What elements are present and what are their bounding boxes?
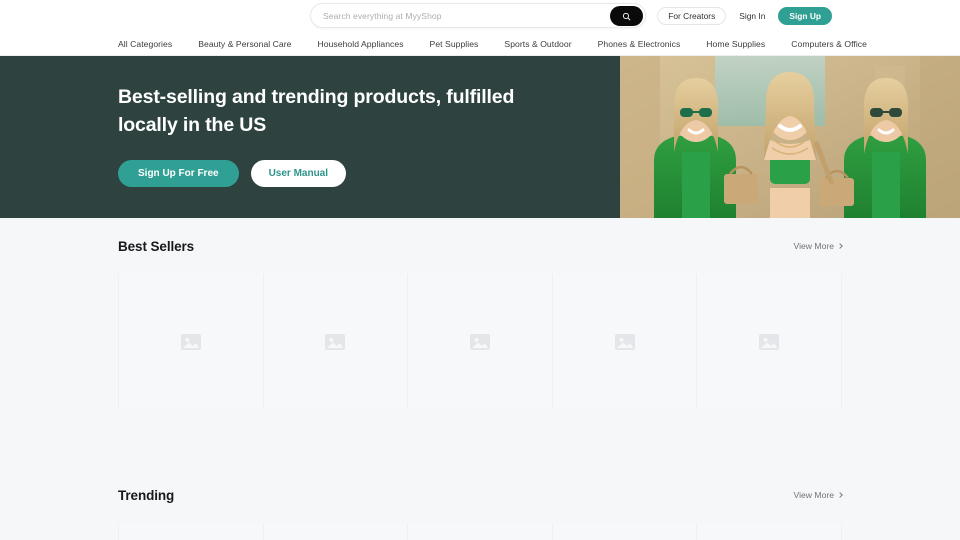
product-card[interactable] bbox=[118, 523, 264, 540]
view-more-label: View More bbox=[793, 241, 834, 251]
product-card[interactable] bbox=[697, 274, 842, 409]
image-placeholder-icon bbox=[179, 330, 203, 354]
nav-item-computers-office[interactable]: Computers & Office bbox=[791, 39, 867, 49]
category-nav: All Categories Beauty & Personal Care Ho… bbox=[0, 32, 960, 56]
page-root: For Creators Sign In Sign Up All Categor… bbox=[0, 0, 960, 540]
image-placeholder-icon bbox=[757, 330, 781, 354]
search-input[interactable] bbox=[323, 10, 593, 21]
nav-item-all-categories[interactable]: All Categories bbox=[118, 39, 172, 49]
best-sellers-card-row bbox=[118, 274, 842, 409]
search-submit-button[interactable] bbox=[610, 6, 643, 26]
nav-item-sports-outdoor[interactable]: Sports & Outdoor bbox=[504, 39, 571, 49]
trending-section: Trending View More bbox=[0, 467, 960, 540]
account-actions: For Creators Sign In Sign Up bbox=[657, 0, 832, 32]
trending-card-row bbox=[118, 523, 842, 540]
nav-item-household-appliances[interactable]: Household Appliances bbox=[318, 39, 404, 49]
sign-up-for-free-button[interactable]: Sign Up For Free bbox=[118, 160, 239, 187]
product-card[interactable] bbox=[408, 523, 553, 540]
product-card[interactable] bbox=[408, 274, 553, 409]
trending-title: Trending bbox=[118, 487, 175, 503]
search-icon bbox=[622, 12, 631, 21]
hero-photo bbox=[620, 56, 960, 218]
sign-up-button[interactable]: Sign Up bbox=[778, 6, 832, 26]
hero-title: Best-selling and trending products, fulf… bbox=[118, 86, 515, 136]
trending-view-more-link[interactable]: View More bbox=[793, 490, 843, 500]
best-sellers-view-more-link[interactable]: View More bbox=[793, 241, 843, 251]
image-placeholder-icon bbox=[613, 330, 637, 354]
nav-item-beauty-personal-care[interactable]: Beauty & Personal Care bbox=[198, 39, 291, 49]
nav-item-home-supplies[interactable]: Home Supplies bbox=[706, 39, 765, 49]
best-sellers-title: Best Sellers bbox=[118, 238, 195, 254]
sign-in-link[interactable]: Sign In bbox=[739, 11, 765, 21]
product-card[interactable] bbox=[552, 274, 698, 409]
user-manual-button[interactable]: User Manual bbox=[250, 160, 347, 187]
best-sellers-header: Best Sellers View More bbox=[118, 218, 843, 274]
image-placeholder-icon bbox=[323, 330, 347, 354]
product-card[interactable] bbox=[552, 523, 698, 540]
nav-item-phones-electronics[interactable]: Phones & Electronics bbox=[598, 39, 681, 49]
product-card[interactable] bbox=[118, 274, 264, 409]
hero-banner: Best-selling and trending products, fulf… bbox=[0, 56, 960, 218]
search-bar[interactable] bbox=[310, 3, 646, 28]
hero-cta-group: Sign Up For Free User Manual bbox=[118, 160, 347, 187]
nav-item-pet-supplies[interactable]: Pet Supplies bbox=[430, 39, 479, 49]
chevron-right-icon bbox=[837, 243, 843, 249]
trending-header: Trending View More bbox=[118, 467, 843, 523]
product-card[interactable] bbox=[263, 523, 409, 540]
hero-text-block: Best-selling and trending products, fulf… bbox=[118, 84, 548, 139]
top-header-bar: For Creators Sign In Sign Up bbox=[0, 0, 960, 32]
best-sellers-section: Best Sellers View More bbox=[0, 218, 960, 409]
product-card[interactable] bbox=[697, 523, 842, 540]
product-card[interactable] bbox=[263, 274, 409, 409]
view-more-label: View More bbox=[793, 490, 834, 500]
image-placeholder-icon bbox=[468, 330, 492, 354]
chevron-right-icon bbox=[837, 492, 843, 498]
for-creators-button[interactable]: For Creators bbox=[657, 6, 727, 26]
